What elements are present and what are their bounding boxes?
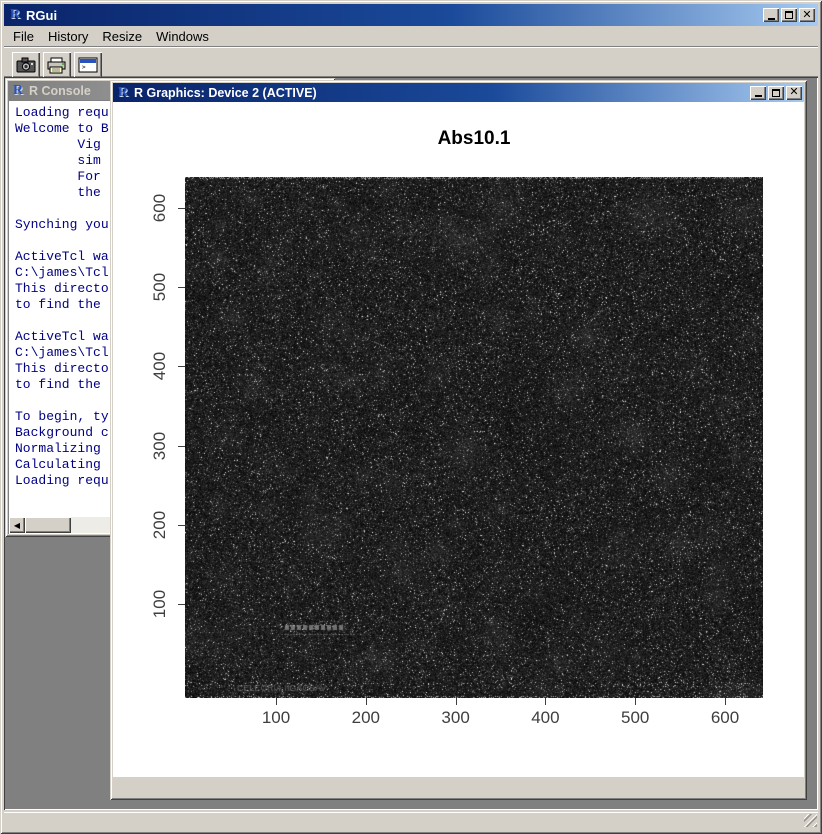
- y-axis-tick-label: 300: [150, 424, 168, 468]
- close-icon: ✕: [802, 10, 811, 21]
- maximize-icon: [772, 89, 780, 97]
- focus-console-button[interactable]: >: [74, 52, 102, 78]
- close-icon: ✕: [789, 87, 798, 98]
- graphics-title: R Graphics: Device 2 (ACTIVE): [134, 86, 750, 100]
- y-axis-tick-label: 500: [150, 265, 168, 309]
- x-axis-tick: [366, 698, 367, 705]
- x-axis-tick: [456, 698, 457, 705]
- printer-icon: [47, 57, 67, 74]
- scrollbar-thumb[interactable]: [25, 517, 71, 533]
- r-logo-icon: R: [115, 85, 131, 101]
- y-axis-tick-label: 200: [150, 503, 168, 547]
- menu-resize[interactable]: Resize: [95, 27, 149, 46]
- menu-bar: File History Resize Windows: [4, 26, 818, 46]
- r-logo-icon: R: [10, 83, 26, 99]
- svg-text:>: >: [82, 64, 86, 71]
- y-axis-tick: [178, 604, 185, 605]
- x-axis-tick-label: 100: [254, 708, 298, 728]
- minimize-button[interactable]: [763, 8, 779, 22]
- scroll-left-arrow-icon[interactable]: ◀: [9, 517, 25, 533]
- y-axis-tick: [178, 525, 185, 526]
- x-axis-tick: [725, 698, 726, 705]
- x-axis-tick-label: 200: [344, 708, 388, 728]
- y-axis-tick: [178, 366, 185, 367]
- graphics-maximize-button[interactable]: [768, 86, 784, 100]
- y-axis-tick-label: 600: [150, 186, 168, 230]
- menu-windows[interactable]: Windows: [149, 27, 216, 46]
- print-button[interactable]: [43, 52, 71, 78]
- x-axis-tick: [635, 698, 636, 705]
- r-graphics-window: R R Graphics: Device 2 (ACTIVE) ✕ Abs10.…: [110, 80, 807, 800]
- x-axis-tick-label: 500: [613, 708, 657, 728]
- maximize-button[interactable]: [781, 8, 797, 22]
- x-axis-tick: [276, 698, 277, 705]
- microarray-image-plot: [185, 177, 763, 698]
- x-axis-tick-label: 600: [703, 708, 747, 728]
- status-bar: [4, 812, 818, 828]
- resize-grip[interactable]: [804, 814, 817, 827]
- copy-to-clipboard-button[interactable]: [12, 52, 40, 78]
- mdi-client-area: R R Console Loading requWelcome to B Vig…: [4, 77, 818, 810]
- graphics-title-bar[interactable]: R R Graphics: Device 2 (ACTIVE) ✕: [113, 83, 804, 102]
- minimize-icon: [755, 95, 762, 97]
- y-axis-tick-label: 400: [150, 344, 168, 388]
- rgui-main-window: R RGui ✕ File History Resize Windows: [0, 0, 822, 834]
- y-axis-tick: [178, 287, 185, 288]
- menu-history[interactable]: History: [41, 27, 95, 46]
- menu-file[interactable]: File: [6, 27, 41, 46]
- x-axis-tick-label: 300: [434, 708, 478, 728]
- camera-icon: [16, 57, 36, 73]
- x-axis-tick-label: 400: [523, 708, 567, 728]
- main-title-bar[interactable]: R RGui ✕: [4, 4, 818, 26]
- graphics-minimize-button[interactable]: [750, 86, 766, 100]
- close-button[interactable]: ✕: [799, 8, 815, 22]
- y-axis-tick: [178, 208, 185, 209]
- y-axis-tick: [178, 446, 185, 447]
- plot-title: Abs10.1: [185, 128, 763, 150]
- console-window-icon: >: [78, 57, 98, 73]
- plot-area: Abs10.1 100 200 300 400 500 600 100 200 300 400 50…: [113, 102, 804, 777]
- toolbar: >: [4, 46, 818, 77]
- graphics-close-button[interactable]: ✕: [786, 86, 802, 100]
- minimize-icon: [768, 18, 775, 20]
- maximize-icon: [785, 11, 793, 19]
- r-logo-icon: R: [7, 7, 23, 23]
- y-axis-tick-label: 100: [150, 582, 168, 626]
- x-axis-tick: [545, 698, 546, 705]
- window-title: RGui: [26, 8, 763, 23]
